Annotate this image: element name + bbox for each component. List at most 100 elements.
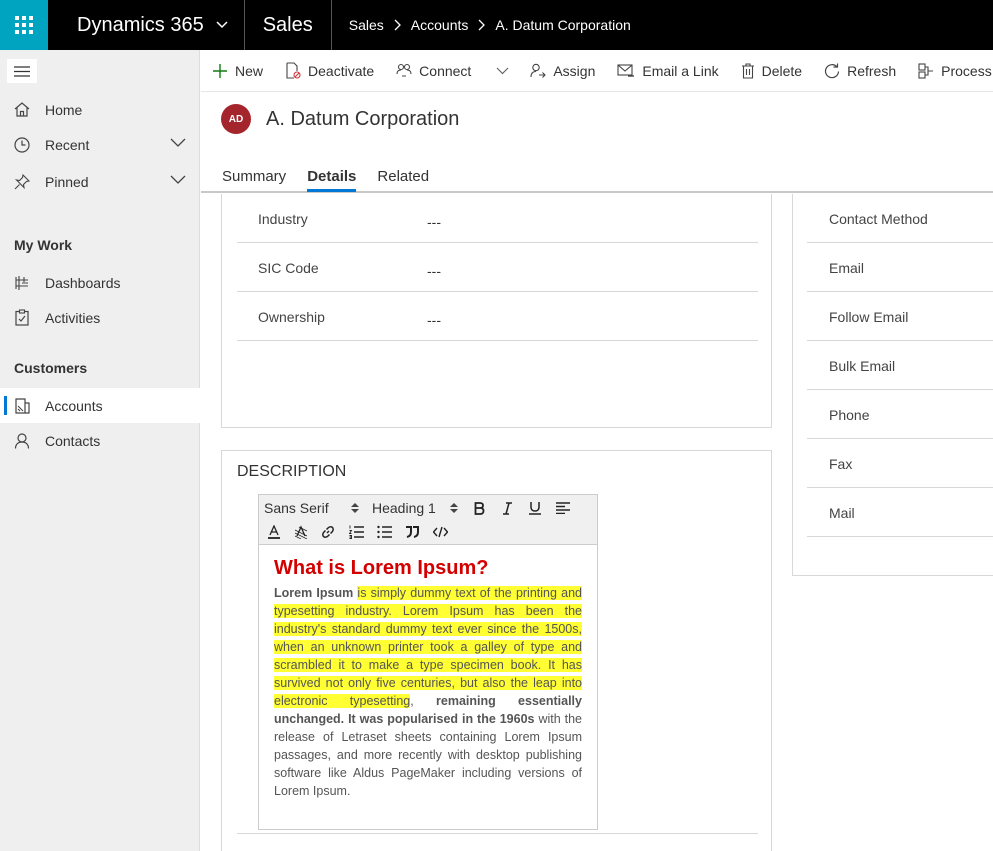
sidebar-item-dashboards[interactable]: Dashboards	[0, 265, 200, 300]
connect-label: Connect	[419, 62, 472, 79]
ownership-field[interactable]: ---	[427, 312, 441, 328]
field-row[interactable]: Phone	[807, 390, 993, 439]
field-label: Contact Method	[829, 211, 928, 227]
connect-button[interactable]: Connect	[385, 50, 482, 92]
field-label: Fax	[829, 456, 853, 472]
product-switcher[interactable]: Dynamics 365	[48, 0, 245, 50]
top-bar: Dynamics 365 Sales Sales Accounts A. Dat…	[0, 0, 993, 50]
highlight-button[interactable]	[292, 522, 310, 542]
underline-button[interactable]	[525, 498, 545, 518]
hamburger-icon	[14, 65, 30, 77]
link-icon	[322, 526, 334, 538]
font-color-icon	[268, 525, 280, 539]
breadcrumb-accounts[interactable]: Accounts	[411, 17, 469, 33]
connect-icon	[396, 63, 412, 77]
align-button[interactable]	[553, 498, 573, 518]
company-profile-section: Industry --- SIC Code --- Ownership ---	[221, 194, 772, 428]
new-button[interactable]: New	[201, 50, 274, 92]
record-tabs: Summary Details Related	[222, 168, 450, 192]
breadcrumb-record: A. Datum Corporation	[495, 17, 631, 33]
breadcrumb-sales[interactable]: Sales	[349, 17, 384, 33]
email-link-button[interactable]: Email a Link	[606, 50, 729, 92]
refresh-button[interactable]: Refresh	[813, 50, 907, 92]
product-name: Dynamics 365	[77, 13, 204, 36]
sidebar-item-contacts[interactable]: Contacts	[0, 423, 200, 458]
clipboard-icon	[14, 309, 29, 326]
menu-toggle-button[interactable]	[7, 59, 37, 83]
sidebar: Home Recent Pinned My Work Dashboards Ac…	[0, 50, 200, 851]
chevron-down-icon[interactable]	[170, 138, 186, 147]
align-left-icon	[556, 502, 570, 514]
quote-icon	[406, 526, 419, 538]
field-row: Ownership ---	[237, 292, 758, 341]
record-header: AD A. Datum Corporation Summary Details …	[201, 92, 993, 193]
form-content: Industry --- SIC Code --- Ownership --- …	[201, 194, 993, 851]
app-launcher-button[interactable]	[0, 0, 48, 50]
field-row[interactable]: Contact Method	[807, 194, 993, 243]
field-row[interactable]: Mail	[807, 488, 993, 537]
chevron-down-icon	[496, 67, 509, 74]
field-label: Industry	[258, 211, 308, 227]
field-row[interactable]: Bulk Email	[807, 341, 993, 390]
delete-button[interactable]: Delete	[730, 50, 813, 92]
field-row[interactable]: Email	[807, 243, 993, 292]
font-picker[interactable]: Sans Serif	[264, 498, 359, 518]
editor-toolbar: Sans Serif Heading 1	[259, 495, 597, 545]
plus-icon	[213, 63, 227, 78]
app-name[interactable]: Sales	[245, 0, 332, 50]
sidebar-item-label: Accounts	[45, 397, 103, 414]
code-button[interactable]	[431, 522, 449, 542]
font-picker-value: Sans Serif	[264, 500, 329, 516]
deactivate-label: Deactivate	[308, 62, 375, 79]
comma-text: ,	[410, 694, 414, 708]
pin-icon	[14, 173, 30, 189]
deactivate-button[interactable]: Deactivate	[274, 50, 385, 92]
field-label: Phone	[829, 407, 870, 423]
tab-summary[interactable]: Summary	[222, 168, 286, 192]
contact-preferences-section: Contact Method Email Follow Email Bulk E…	[792, 194, 993, 576]
field-row: SIC Code ---	[237, 243, 758, 292]
field-label: Ownership	[258, 309, 325, 325]
link-button[interactable]	[319, 522, 337, 542]
home-icon	[14, 102, 29, 117]
field-row: Industry ---	[237, 194, 758, 243]
heading-picker[interactable]: Heading 1	[372, 498, 458, 518]
sidebar-item-home[interactable]: Home	[0, 92, 200, 127]
sidebar-item-label: Recent	[45, 136, 90, 153]
font-color-button[interactable]	[265, 522, 283, 542]
description-section: DESCRIPTION Sans Serif Heading 1 What is…	[221, 450, 772, 851]
tab-details[interactable]: Details	[307, 168, 357, 192]
refresh-icon	[825, 63, 840, 78]
process-button[interactable]: Process	[907, 50, 993, 92]
process-icon	[918, 62, 934, 79]
editor-content[interactable]: What is Lorem Ipsum? Lorem Ipsum is simp…	[259, 545, 597, 812]
chevron-down-icon[interactable]	[170, 175, 186, 184]
bold-text: Lorem Ipsum	[274, 586, 354, 600]
avatar: AD	[221, 104, 251, 134]
quote-button[interactable]	[403, 522, 421, 542]
sidebar-item-accounts[interactable]: Accounts	[0, 388, 200, 423]
field-label: Follow Email	[829, 309, 909, 325]
dashboard-icon	[14, 275, 28, 290]
tab-related[interactable]: Related	[377, 168, 429, 192]
field-row[interactable]: Fax	[807, 439, 993, 488]
sic-code-field[interactable]: ---	[427, 263, 441, 279]
sidebar-item-pinned[interactable]: Pinned	[0, 164, 200, 199]
rich-text-editor[interactable]: Sans Serif Heading 1 What is Lorem Ipsum…	[258, 494, 598, 830]
heading-picker-value: Heading 1	[372, 500, 436, 516]
bullet-list-icon	[376, 525, 392, 539]
field-row[interactable]: Follow Email	[807, 292, 993, 341]
sidebar-item-recent[interactable]: Recent	[0, 127, 200, 162]
person-icon	[14, 432, 29, 449]
bullet-list-button[interactable]	[375, 522, 393, 542]
sidebar-item-activities[interactable]: Activities	[0, 300, 200, 335]
bold-button[interactable]	[469, 498, 489, 518]
editor-heading: What is Lorem Ipsum?	[274, 557, 489, 579]
industry-field[interactable]: ---	[427, 214, 441, 230]
chevron-right-icon	[478, 19, 486, 31]
italic-button[interactable]	[497, 498, 517, 518]
numbered-list-button[interactable]	[347, 522, 365, 542]
assign-button[interactable]: Assign	[519, 50, 606, 92]
trash-icon	[741, 62, 754, 79]
connect-more-button[interactable]	[486, 50, 519, 92]
